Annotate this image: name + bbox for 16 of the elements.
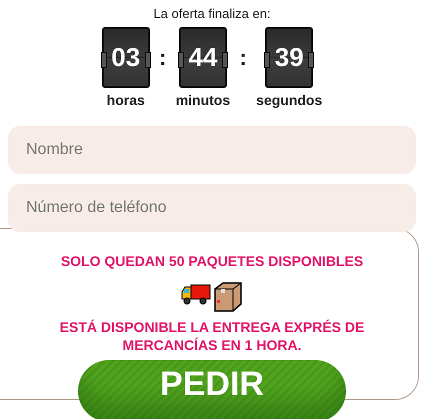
countdown-digits: 03 bbox=[102, 27, 150, 88]
time-separator: : bbox=[238, 45, 248, 71]
countdown-label: horas bbox=[106, 92, 145, 108]
truck-icon bbox=[181, 282, 211, 306]
countdown-digits: 39 bbox=[265, 27, 314, 88]
time-separator: : bbox=[158, 45, 168, 71]
delivery-notice: ESTÁ DISPONIBLE LA ENTREGA EXPRÉS DE MERCANCÍAS EN 1 HORA. bbox=[58, 318, 366, 354]
input-field[interactable]: Nombre bbox=[8, 126, 416, 174]
stock-notice: SOLO QUEDAN 50 PAQUETES DISPONIBLES bbox=[60, 252, 364, 270]
box-icon bbox=[213, 282, 243, 312]
countdown-label: segundos bbox=[256, 92, 322, 108]
order-button[interactable]: PEDIR bbox=[78, 360, 346, 419]
input-field[interactable]: Número de teléfono bbox=[8, 184, 416, 232]
countdown-digits: 44 bbox=[178, 27, 227, 88]
countdown-label: minutos bbox=[176, 92, 230, 108]
countdown-title: La oferta finaliza en: bbox=[153, 5, 271, 21]
